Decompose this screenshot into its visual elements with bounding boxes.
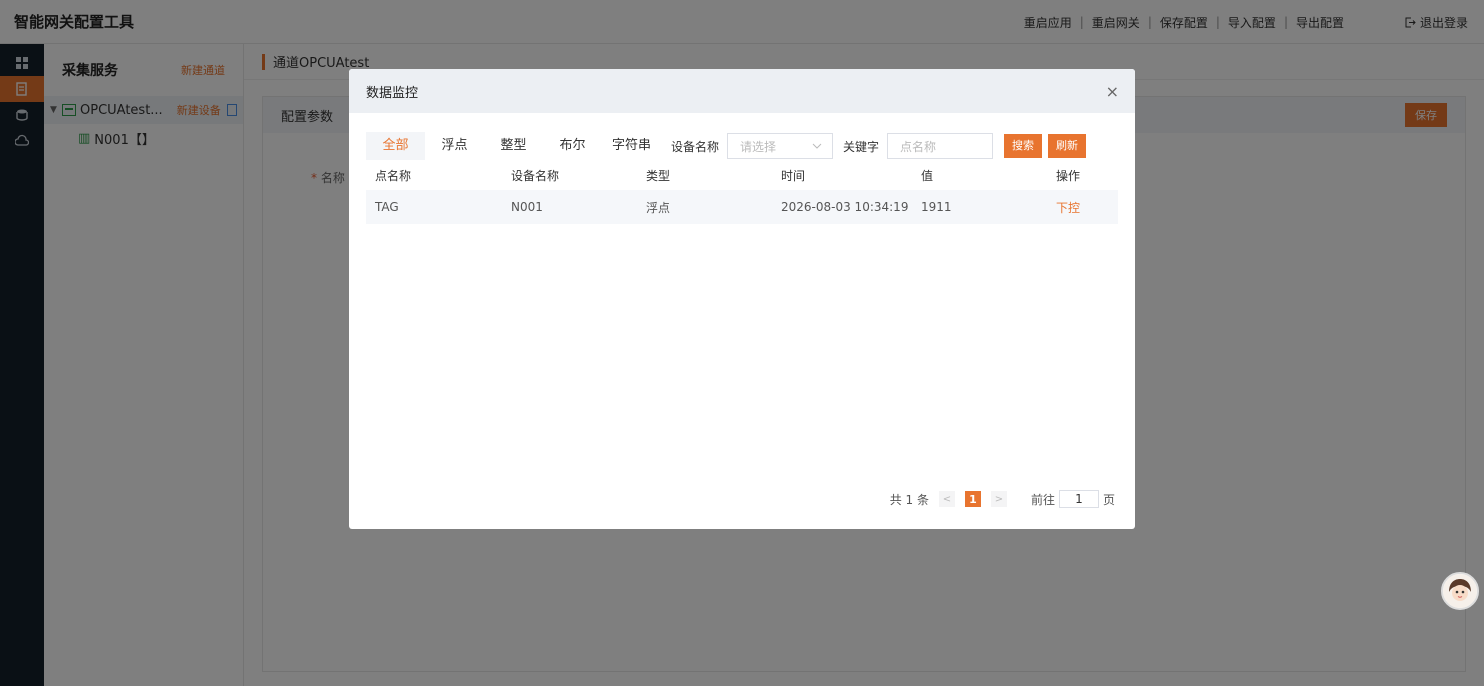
cell-value: 1911 — [912, 190, 1018, 224]
device-select[interactable]: 请选择 — [727, 133, 834, 159]
tab-int[interactable]: 整型 — [484, 132, 543, 160]
dialog-title: 数据监控 — [366, 85, 419, 101]
cell-device-name: N001 — [502, 190, 637, 224]
prev-page-button[interactable]: < — [938, 491, 955, 507]
dialog-header: 数据监控 × — [349, 69, 1135, 113]
goto-page-input[interactable]: 1 — [1058, 490, 1099, 508]
tab-float[interactable]: 浮点 — [425, 132, 484, 160]
write-control-link[interactable]: 下控 — [1018, 190, 1118, 224]
keyword-label: 关键字 — [843, 139, 880, 154]
total-count: 共 1 条 — [889, 492, 929, 507]
assistant-avatar[interactable] — [1441, 572, 1479, 610]
cell-type: 浮点 — [637, 190, 772, 224]
next-page-button[interactable]: > — [990, 491, 1007, 507]
column-header: 类型 — [646, 168, 671, 183]
table-header-row: 点名称 设备名称 类型 时间 值 操作 — [366, 160, 1118, 190]
column-header: 时间 — [781, 168, 806, 183]
tab-string[interactable]: 字符串 — [602, 132, 661, 160]
goto-label: 前往 — [1030, 492, 1055, 507]
column-header: 值 — [921, 168, 934, 183]
monitor-table: 点名称 设备名称 类型 时间 值 操作 TAG N001 浮点 2026-08-… — [366, 160, 1118, 224]
tab-all[interactable]: 全部 — [366, 132, 425, 160]
cell-point-name: TAG — [366, 190, 502, 224]
table-row: TAG N001 浮点 2026-08-03 10:34:19 1911 下控 — [366, 190, 1118, 224]
search-button[interactable]: 搜索 — [1004, 134, 1043, 158]
column-header: 点名称 — [375, 168, 412, 183]
avatar-icon — [1443, 574, 1477, 608]
page-1-button[interactable]: 1 — [964, 491, 981, 507]
chevron-down-icon — [812, 143, 822, 149]
filter-bar: 全部 浮点 整型 布尔 字符串 设备名称 请选择 关键字 点名称 搜索 刷新 — [366, 132, 1118, 160]
keyword-input[interactable]: 点名称 — [887, 133, 994, 159]
cell-time: 2026-08-03 10:34:19 — [772, 190, 912, 224]
column-header: 设备名称 — [511, 168, 560, 183]
data-monitor-dialog: 数据监控 × 全部 浮点 整型 布尔 字符串 设备名称 请选择 关键字 点名称 … — [349, 69, 1135, 529]
pagination: 共 1 条 < 1 > 前往 1 页 — [890, 490, 1115, 508]
close-icon[interactable]: × — [1106, 82, 1119, 101]
page-unit-label: 页 — [1102, 492, 1115, 507]
refresh-button[interactable]: 刷新 — [1048, 134, 1087, 158]
tab-bool[interactable]: 布尔 — [543, 132, 602, 160]
column-header: 操作 — [1055, 168, 1080, 183]
device-select-placeholder: 请选择 — [740, 139, 777, 154]
device-filter-label: 设备名称 — [671, 139, 720, 154]
